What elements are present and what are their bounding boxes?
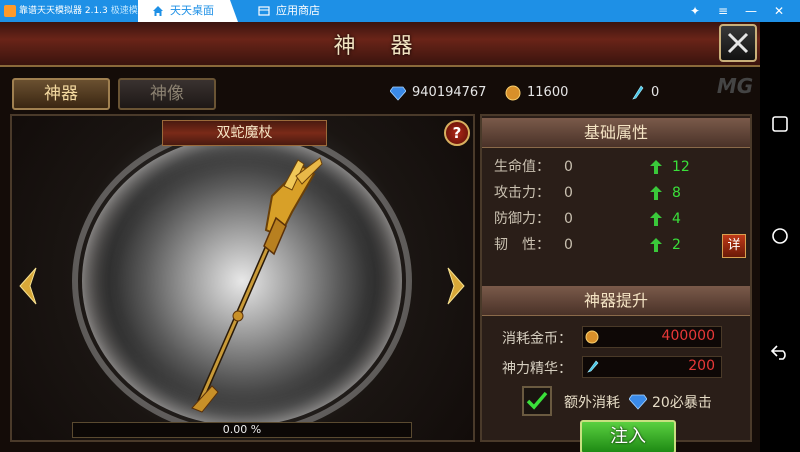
essence-cost-value: 200: [688, 358, 715, 374]
menu-icon[interactable]: ≡: [712, 0, 734, 22]
gold-balance: 11600: [505, 82, 568, 104]
tab-app-store[interactable]: 应用商店: [244, 0, 354, 22]
extra-cost-text: 20必暴击: [652, 395, 712, 411]
stat-label: 攻击力：: [494, 185, 550, 201]
diamond-icon: [629, 394, 647, 410]
stat-increase: 12: [672, 159, 690, 175]
feather-icon: [587, 360, 599, 373]
diamond-balance: 940194767: [390, 82, 486, 104]
stat-row-hp: 生命值： 0 12: [482, 154, 750, 180]
artifact-progress-bar: 0.00 %: [72, 422, 412, 438]
progress-text: 0.00 %: [222, 423, 262, 436]
tab-desktop[interactable]: 天天桌面: [138, 0, 238, 22]
gold-cost-box: 400000: [582, 326, 722, 348]
feather-balance: 0: [629, 82, 659, 104]
stat-value: 0: [564, 211, 573, 227]
stat-increase: 2: [672, 237, 681, 253]
stat-value: 0: [564, 185, 573, 201]
upgrade-title: 神器提升: [482, 286, 750, 316]
next-arrow-icon[interactable]: [444, 266, 468, 306]
up-arrow-icon: [650, 212, 662, 226]
tab-statue[interactable]: 神像: [118, 78, 216, 110]
artifact-name: 双蛇魔杖: [162, 120, 327, 146]
android-nav-bar: [760, 22, 800, 452]
game-header: 神 器: [0, 22, 760, 67]
stat-label: 防御力：: [494, 211, 550, 227]
previous-arrow-icon[interactable]: [16, 266, 40, 306]
stat-label: 韧 性：: [494, 237, 550, 253]
close-window-icon[interactable]: ✕: [768, 0, 790, 22]
up-arrow-icon: [650, 160, 662, 174]
stat-row-attack: 攻击力： 0 8: [482, 180, 750, 206]
tab-app-store-label: 应用商店: [276, 4, 320, 17]
stat-row-defense: 防御力： 0 4: [482, 206, 750, 232]
gold-count: 11600: [527, 85, 569, 100]
diamond-icon: [390, 86, 406, 101]
tab-desktop-label: 天天桌面: [170, 4, 214, 17]
emulator-app-title: 靠谱天天模拟器 2.1.3 极速模式: [4, 0, 147, 22]
up-arrow-icon: [650, 186, 662, 200]
base-stats-title: 基础属性: [482, 118, 750, 148]
stat-value: 0: [564, 237, 573, 253]
extra-cost-checkbox[interactable]: [522, 386, 552, 416]
gold-cost-value: 400000: [661, 328, 715, 344]
essence-cost-label: 神力精华：: [502, 361, 572, 377]
home-nav-icon[interactable]: [760, 216, 800, 256]
essence-cost-box: 200: [582, 356, 722, 378]
stat-row-toughness: 韧 性： 0 2: [482, 232, 750, 258]
tab-artifact[interactable]: 神器: [12, 78, 110, 110]
game-viewport: 神 器 MG 神器 神像 940194767 11600 0 双蛇魔杖 ? 0.…: [0, 22, 760, 452]
detail-button[interactable]: 详: [722, 234, 746, 258]
emulator-titlebar: 靠谱天天模拟器 2.1.3 极速模式 天天桌面 应用商店 ✦ ≡ — ✕: [0, 0, 800, 22]
feather-count: 0: [651, 85, 660, 100]
extra-cost-label: 额外消耗: [564, 395, 620, 411]
app-title-text: 靠谱天天模拟器 2.1.3: [19, 6, 108, 16]
stat-label: 生命值：: [494, 159, 550, 175]
recent-apps-icon[interactable]: [760, 104, 800, 144]
stat-increase: 8: [672, 185, 681, 201]
stat-value: 0: [564, 159, 573, 175]
inject-button[interactable]: 注入: [580, 420, 676, 452]
store-icon: [258, 6, 270, 16]
feather-icon: [632, 85, 644, 100]
home-icon: [153, 6, 163, 16]
gold-cost-row: 消耗金币： 400000: [482, 326, 750, 348]
artifact-display-panel: 双蛇魔杖 ? 0.00 %: [10, 114, 475, 442]
close-button[interactable]: [719, 24, 757, 62]
minimize-icon[interactable]: —: [740, 0, 762, 22]
pin-icon[interactable]: ✦: [684, 0, 706, 22]
artifact-stats-panel: 基础属性 生命值： 0 12 攻击力： 0 8 防御力： 0 4 韧 性： 0 …: [480, 114, 752, 452]
close-icon: [727, 32, 749, 54]
gold-coin-icon: [505, 85, 521, 100]
twin-serpent-staff-icon: [191, 157, 323, 413]
essence-cost-row: 神力精华： 200: [482, 356, 750, 378]
up-arrow-icon: [650, 238, 662, 252]
page-title: 神 器: [333, 34, 427, 59]
help-button[interactable]: ?: [444, 120, 470, 146]
gold-cost-label: 消耗金币：: [502, 331, 572, 347]
mg-watermark-icon: MG: [716, 74, 754, 98]
diamond-count: 940194767: [412, 85, 487, 100]
stat-increase: 4: [672, 211, 681, 227]
emulator-logo-icon: [4, 4, 16, 17]
checkmark-icon: [526, 391, 548, 410]
gold-coin-icon: [585, 330, 599, 344]
screen: 靠谱天天模拟器 2.1.3极速模式 天天桌面 应用商店 ✦ ≡ — ✕ 神 器: [0, 0, 800, 452]
back-icon[interactable]: [760, 332, 800, 372]
